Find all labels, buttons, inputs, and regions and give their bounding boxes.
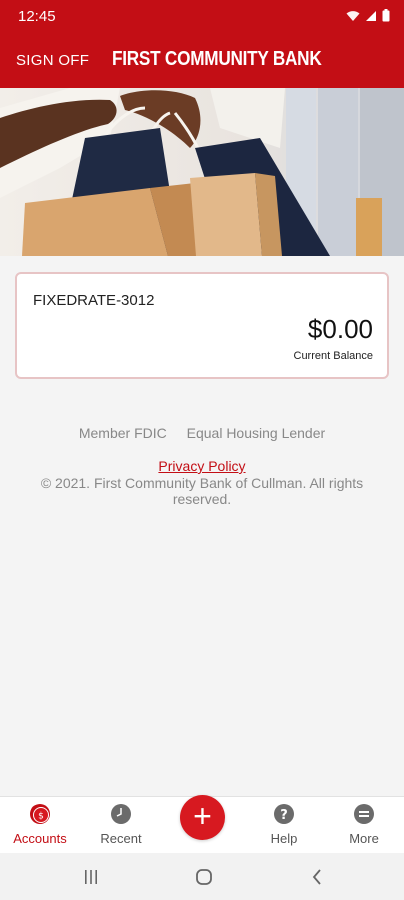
privacy-policy-link[interactable]: Privacy Policy [0, 458, 404, 474]
equal-housing-lender-text: Equal Housing Lender [186, 425, 326, 441]
tab-recent[interactable]: Recent [81, 797, 161, 854]
clock-icon [111, 804, 131, 824]
copyright-text: © 2021. First Community Bank of Cullman.… [40, 475, 364, 507]
menu-icon [354, 804, 374, 824]
question-icon: ? [274, 804, 294, 824]
member-fdic-text: Member FDIC [78, 425, 167, 441]
add-action-button[interactable]: + [180, 795, 225, 840]
tab-label: Recent [100, 831, 142, 846]
signal-icon [366, 11, 376, 21]
tab-accounts[interactable]: $ Accounts [0, 797, 80, 854]
sign-off-button[interactable]: SIGN OFF [16, 52, 89, 69]
svg-text:$: $ [38, 812, 44, 822]
tab-more[interactable]: More [324, 797, 404, 854]
plus-icon: + [193, 798, 212, 834]
home-icon[interactable] [195, 868, 213, 886]
account-name: FIXEDRATE-3012 [33, 292, 155, 309]
system-navigation-bar [0, 853, 404, 900]
recents-icon[interactable] [83, 869, 99, 885]
status-time: 12:45 [18, 8, 56, 25]
back-icon[interactable] [311, 869, 323, 885]
account-card[interactable]: FIXEDRATE-3012 $0.00 Current Balance [15, 272, 389, 379]
dollar-coins-icon: $ [30, 804, 50, 824]
battery-icon [382, 9, 390, 22]
shopping-bags-illustration [0, 88, 404, 256]
tab-label: Help [270, 831, 298, 846]
current-balance-label: Current Balance [293, 350, 374, 362]
current-balance-amount: $0.00 [307, 314, 373, 344]
bank-title: FIRST COMMUNITY BANK [112, 48, 322, 70]
footer-links: Member FDIC Equal Housing Lender [0, 425, 404, 441]
svg-text:?: ? [280, 808, 288, 823]
hero-banner-image [0, 88, 404, 256]
status-icons [346, 9, 390, 22]
tab-label: Accounts [13, 831, 67, 846]
wifi-icon [346, 11, 360, 21]
status-bar: 12:45 [0, 0, 404, 32]
tab-help[interactable]: ? Help [244, 797, 324, 854]
tab-label: More [349, 831, 379, 846]
app-header: SIGN OFF FIRST COMMUNITY BANK [0, 32, 404, 88]
